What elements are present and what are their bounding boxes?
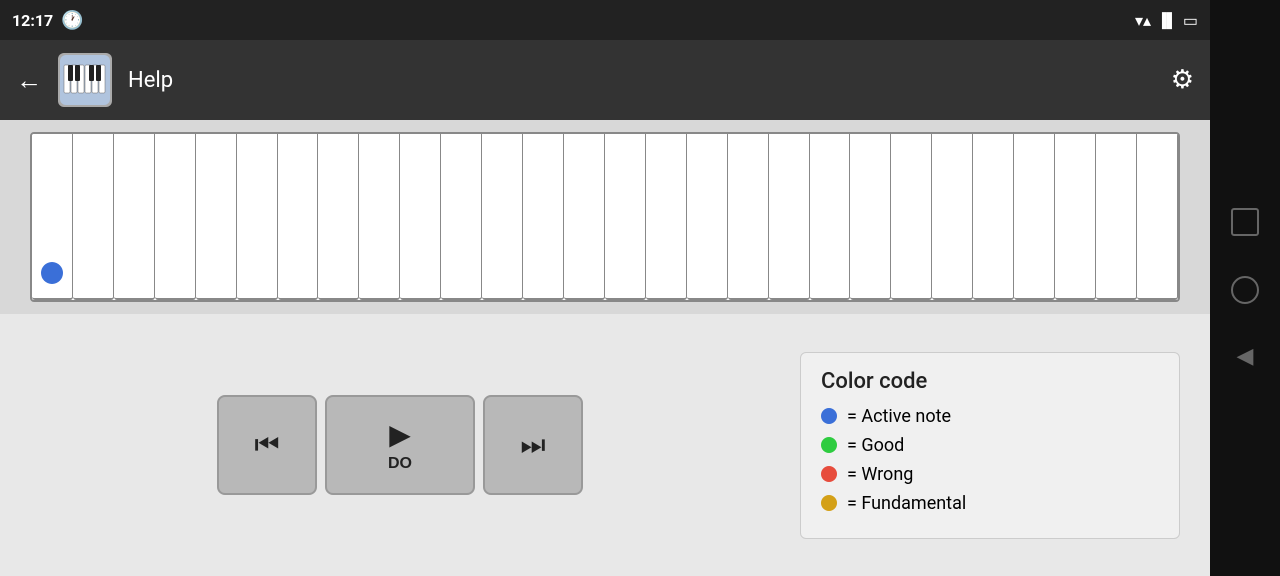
white-key-6[interactable] xyxy=(237,134,278,300)
white-key-4[interactable] xyxy=(155,134,196,300)
prev-button[interactable]: ⏮ xyxy=(217,395,317,495)
white-key-22[interactable] xyxy=(891,134,932,300)
white-key-8[interactable] xyxy=(318,134,359,300)
white-key-1[interactable] xyxy=(32,134,73,300)
white-key-12[interactable] xyxy=(482,134,523,300)
piano-section xyxy=(0,120,1210,314)
white-key-3[interactable] xyxy=(114,134,155,300)
next-icon: ⏭ xyxy=(520,429,545,462)
white-key-5[interactable] xyxy=(196,134,237,300)
nav-square[interactable] xyxy=(1231,208,1259,236)
status-bar: 12:17 🕐 ▾▴ ▐▌ ▭ xyxy=(0,0,1210,40)
transport-controls: ⏮ ▶ DO ⏭ xyxy=(30,395,770,495)
white-key-28[interactable] xyxy=(1137,134,1178,300)
time-display: 12:17 xyxy=(12,11,53,30)
color-code-panel: Color code = Active note = Good = Wrong … xyxy=(800,352,1180,539)
white-key-23[interactable] xyxy=(932,134,973,300)
white-key-17[interactable] xyxy=(687,134,728,300)
toolbar: ← Help ⚙ xyxy=(0,40,1210,120)
status-right: ▾▴ ▐▌ ▭ xyxy=(1135,11,1198,30)
white-key-11[interactable] xyxy=(441,134,482,300)
fundamental-label: = Fundamental xyxy=(847,493,966,514)
white-key-10[interactable] xyxy=(400,134,441,300)
color-code-active: = Active note xyxy=(821,406,1159,427)
app-icon xyxy=(58,53,112,107)
white-key-2[interactable] xyxy=(73,134,114,300)
piano-app-icon xyxy=(60,55,110,105)
right-sidebar: ◀ xyxy=(1210,0,1280,576)
white-key-18[interactable] xyxy=(728,134,769,300)
signal-icon: ▐▌ xyxy=(1157,12,1177,29)
status-left: 12:17 🕐 xyxy=(12,10,84,31)
white-key-9[interactable] xyxy=(359,134,400,300)
color-code-wrong: = Wrong xyxy=(821,464,1159,485)
active-dot xyxy=(821,408,837,424)
play-button[interactable]: ▶ DO xyxy=(325,395,475,495)
wrong-dot xyxy=(821,466,837,482)
color-code-fundamental: = Fundamental xyxy=(821,493,1159,514)
white-keys xyxy=(32,134,1178,300)
controls-section: ⏮ ▶ DO ⏭ Color code = Active note = Good xyxy=(0,314,1210,576)
white-key-27[interactable] xyxy=(1096,134,1137,300)
white-key-7[interactable] xyxy=(278,134,319,300)
next-button[interactable]: ⏭ xyxy=(483,395,583,495)
play-icon: ▶ xyxy=(389,418,411,451)
white-key-19[interactable] xyxy=(769,134,810,300)
page-title: Help xyxy=(128,68,1155,93)
nav-circle[interactable] xyxy=(1231,276,1259,304)
color-code-good: = Good xyxy=(821,435,1159,456)
fundamental-dot xyxy=(821,495,837,511)
back-button[interactable]: ← xyxy=(16,65,42,96)
wrong-label: = Wrong xyxy=(847,464,913,485)
wifi-icon: ▾▴ xyxy=(1135,11,1151,30)
white-key-24[interactable] xyxy=(973,134,1014,300)
note-label: DO xyxy=(388,455,412,473)
active-note-label: = Active note xyxy=(847,406,951,427)
piano-keyboard[interactable] xyxy=(30,132,1180,302)
active-note-dot xyxy=(41,262,63,284)
white-key-14[interactable] xyxy=(564,134,605,300)
settings-button[interactable]: ⚙ xyxy=(1171,65,1194,95)
white-key-15[interactable] xyxy=(605,134,646,300)
white-key-13[interactable] xyxy=(523,134,564,300)
battery-icon: ▭ xyxy=(1183,11,1198,30)
nav-back[interactable]: ◀ xyxy=(1237,344,1254,369)
app-container: 12:17 🕐 ▾▴ ▐▌ ▭ ← xyxy=(0,0,1210,576)
white-key-26[interactable] xyxy=(1055,134,1096,300)
good-dot xyxy=(821,437,837,453)
white-key-25[interactable] xyxy=(1014,134,1055,300)
prev-icon: ⏮ xyxy=(254,429,279,462)
color-code-title: Color code xyxy=(821,369,1159,394)
clock-icon: 🕐 xyxy=(61,10,83,31)
white-key-20[interactable] xyxy=(810,134,851,300)
white-key-21[interactable] xyxy=(850,134,891,300)
good-label: = Good xyxy=(847,435,904,456)
white-key-16[interactable] xyxy=(646,134,687,300)
